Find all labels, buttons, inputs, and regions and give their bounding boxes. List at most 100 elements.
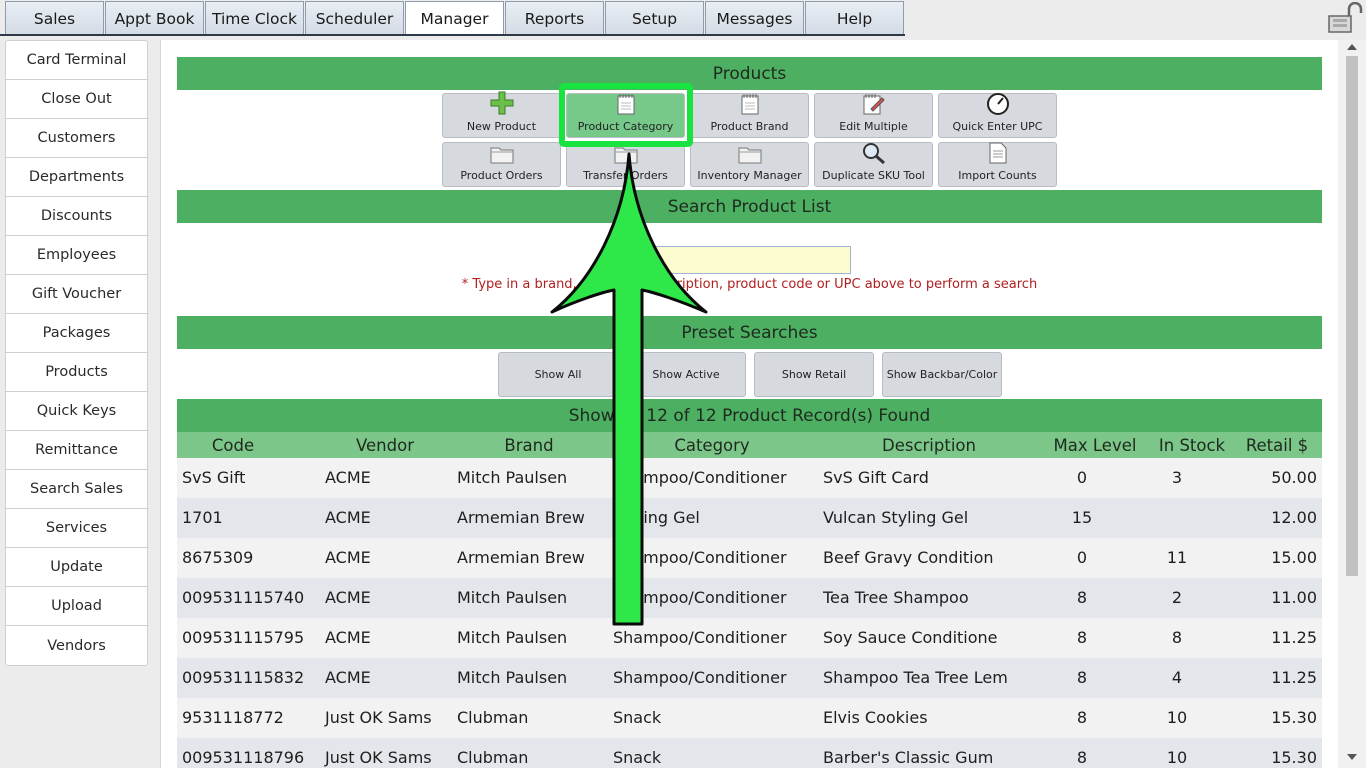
cell-description: SvS Gift Card	[823, 468, 929, 487]
sidebar: Card Terminal Close Out Customers Departmen…	[5, 40, 148, 666]
show-backbar-color-button[interactable]: Show Backbar/Color	[882, 352, 1002, 397]
tab-manager[interactable]: Manager	[405, 1, 504, 35]
product-orders-button[interactable]: Product Orders	[442, 142, 561, 187]
tool-button-label: Edit Multiple	[839, 120, 908, 133]
scrollbar[interactable]	[1338, 40, 1366, 768]
cell-code: 009531118796	[182, 748, 305, 767]
sidebar-item-search-sales[interactable]: Search Sales	[6, 470, 147, 509]
edit-multiple-button[interactable]: Edit Multiple	[814, 93, 933, 138]
sidebar-item-discounts[interactable]: Discounts	[6, 197, 147, 236]
tab-messages[interactable]: Messages	[705, 1, 804, 35]
scroll-down-icon[interactable]	[1347, 754, 1357, 760]
sidebar-item-gift-voucher[interactable]: Gift Voucher	[6, 275, 147, 314]
cell-retail-: 11.25	[1271, 628, 1317, 647]
folder-icon	[614, 144, 638, 169]
transfer-orders-button[interactable]: Transfer Orders	[566, 142, 685, 187]
cell-description: Beef Gravy Condition	[823, 548, 994, 567]
column-header-code[interactable]: Code	[173, 436, 293, 455]
cell-category: Snack	[613, 748, 662, 767]
cell-category: Shampoo/Conditioner	[613, 548, 787, 567]
sidebar-item-departments[interactable]: Departments	[6, 158, 147, 197]
column-header-brand[interactable]: Brand	[469, 436, 589, 455]
cell-in-stock: 2	[1171, 588, 1183, 607]
table-row[interactable]: 9531118772 Just OK Sams Clubman Snack Elvis …	[177, 698, 1322, 738]
sidebar-item-quick-keys[interactable]: Quick Keys	[6, 392, 147, 431]
tab-reports[interactable]: Reports	[505, 1, 604, 35]
tab-time-clock[interactable]: Time Clock	[205, 1, 304, 35]
tool-button-label: Duplicate SKU Tool	[822, 169, 925, 182]
tab-help[interactable]: Help	[805, 1, 904, 35]
sidebar-item-remittance[interactable]: Remittance	[6, 431, 147, 470]
table-row[interactable]: 009531118796 Just OK Sams Clubman Snack Barb…	[177, 738, 1322, 768]
cell-vendor: Just OK Sams	[325, 748, 432, 767]
sidebar-item-update[interactable]: Update	[6, 548, 147, 587]
cell-max-level: 8	[1076, 588, 1088, 607]
cell-code: 9531118772	[182, 708, 284, 727]
cell-in-stock: 10	[1166, 708, 1188, 727]
product-search-input[interactable]	[637, 246, 851, 274]
cell-category: Shampoo/Conditioner	[613, 468, 787, 487]
scroll-thumb[interactable]	[1346, 56, 1358, 576]
new-product-button[interactable]: New Product	[442, 91, 561, 138]
cell-brand: Armemian Brew	[457, 508, 585, 527]
table-row[interactable]: SvS Gift ACME Mitch Paulsen Shampoo/Conditi…	[177, 458, 1322, 498]
show-active-button[interactable]: Show Active	[626, 352, 746, 397]
sidebar-item-vendors[interactable]: Vendors	[6, 626, 147, 665]
cell-description: Barber's Classic Gum	[823, 748, 994, 767]
top-tab-bar: Sales Appt Book Time Clock Scheduler Manager…	[0, 0, 1366, 36]
cell-max-level: 8	[1076, 748, 1088, 767]
show-retail-button[interactable]: Show Retail	[754, 352, 874, 397]
tool-button-label: Transfer Orders	[583, 169, 668, 182]
cell-category: Snack	[613, 708, 662, 727]
cell-vendor: ACME	[325, 468, 371, 487]
table-row[interactable]: 009531115795 ACME Mitch Paulsen Shampoo/Con…	[177, 618, 1322, 658]
cell-max-level: 15	[1071, 508, 1093, 527]
import-counts-button[interactable]: Import Counts	[938, 142, 1057, 187]
cell-brand: Mitch Paulsen	[457, 628, 568, 647]
cell-code: 1701	[182, 508, 223, 527]
table-row[interactable]: 009531115740 ACME Mitch Paulsen Shampoo/Con…	[177, 578, 1322, 618]
tab-scheduler[interactable]: Scheduler	[305, 1, 404, 35]
unlock-icon[interactable]	[1325, 2, 1363, 34]
sidebar-item-packages[interactable]: Packages	[6, 314, 147, 353]
tab-appt-book[interactable]: Appt Book	[105, 1, 204, 35]
cell-max-level: 0	[1076, 468, 1088, 487]
column-header-description[interactable]: Description	[869, 436, 989, 455]
quick-enter-upc-button[interactable]: Quick Enter UPC	[938, 93, 1057, 138]
cell-in-stock: 11	[1166, 548, 1188, 567]
tab-underline	[0, 34, 905, 36]
table-row[interactable]: 8675309 ACME Armemian Brew Shampoo/Conditio…	[177, 538, 1322, 578]
cell-vendor: Just OK Sams	[325, 708, 432, 727]
tab-sales[interactable]: Sales	[5, 1, 104, 35]
cell-in-stock: 10	[1166, 748, 1188, 767]
cell-max-level: 8	[1076, 708, 1088, 727]
sidebar-item-customers[interactable]: Customers	[6, 119, 147, 158]
scroll-up-icon[interactable]	[1347, 44, 1357, 50]
cell-brand: Mitch Paulsen	[457, 468, 568, 487]
tool-button-label: Inventory Manager	[697, 169, 802, 182]
cell-vendor: ACME	[325, 628, 371, 647]
column-header-category[interactable]: Category	[652, 436, 772, 455]
highlight-box	[559, 83, 693, 147]
tab-setup[interactable]: Setup	[605, 1, 704, 35]
sidebar-item-employees[interactable]: Employees	[6, 236, 147, 275]
table-row[interactable]: 1701 ACME Armemian Brew Styling Gel Vulcan S…	[177, 498, 1322, 538]
duplicate-sku-tool-button[interactable]: Duplicate SKU Tool	[814, 142, 933, 187]
product-brand-button[interactable]: Product Brand	[690, 93, 809, 138]
sidebar-item-close-out[interactable]: Close Out	[6, 80, 147, 119]
sidebar-item-card-terminal[interactable]: Card Terminal	[6, 41, 147, 80]
inventory-manager-button[interactable]: Inventory Manager	[690, 142, 809, 187]
plus-icon	[489, 91, 515, 120]
results-summary: Showing 12 of 12 Product Record(s) Found	[177, 399, 1322, 432]
tool-button-label: Quick Enter UPC	[952, 120, 1043, 133]
sidebar-item-products[interactable]: Products	[6, 353, 147, 392]
show-all-button[interactable]: Show All	[498, 352, 618, 397]
column-header-retail-[interactable]: Retail $	[1217, 436, 1337, 455]
sidebar-item-services[interactable]: Services	[6, 509, 147, 548]
column-header-vendor[interactable]: Vendor	[325, 436, 445, 455]
sidebar-item-upload[interactable]: Upload	[6, 587, 147, 626]
cell-retail-: 11.25	[1271, 668, 1317, 687]
table-row[interactable]: 009531115832 ACME Mitch Paulsen Shampoo/Con…	[177, 658, 1322, 698]
cell-category: Shampoo/Conditioner	[613, 668, 787, 687]
tool-button-label: Product Orders	[460, 169, 543, 182]
